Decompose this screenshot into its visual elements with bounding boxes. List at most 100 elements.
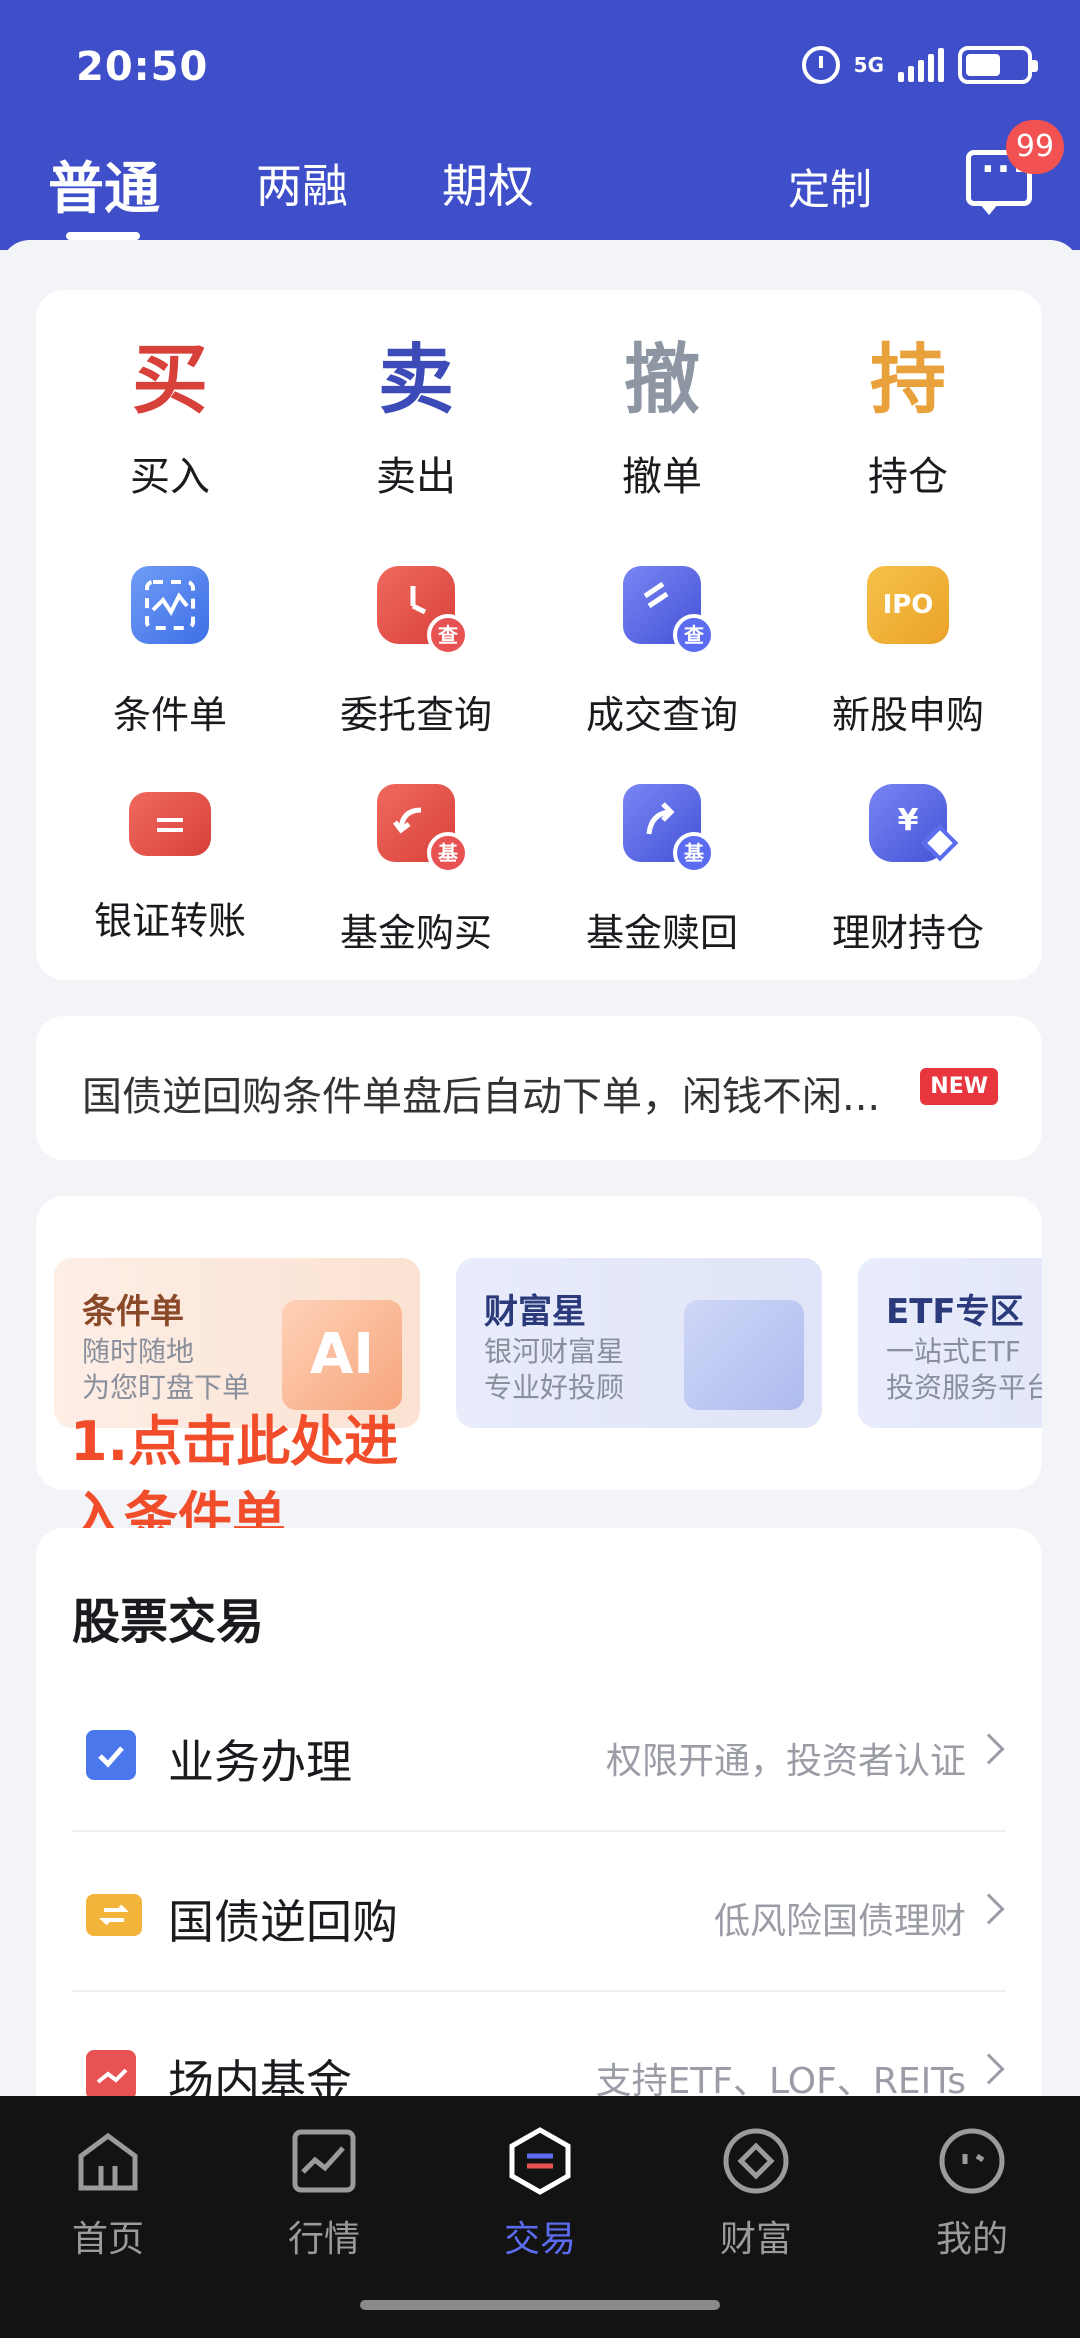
market-icon bbox=[289, 2126, 359, 2196]
list-item-repo[interactable]: 国债逆回购 低风险国债理财 bbox=[72, 1832, 1006, 1992]
fund-buy-label: 基金购买 bbox=[339, 911, 492, 955]
nav-label: 行情 bbox=[287, 2219, 360, 2260]
row-hint: 低风险国债理财 bbox=[713, 1901, 966, 1942]
ipo-subscribe-label: 新股申购 bbox=[831, 693, 984, 737]
advisor-illustration bbox=[684, 1300, 804, 1410]
profile-icon bbox=[937, 2126, 1007, 2196]
nav-trade[interactable]: 交易 bbox=[460, 2126, 620, 2262]
alarm-icon bbox=[801, 46, 840, 84]
ipo-icon-text: IPO bbox=[882, 590, 934, 620]
ipo-subscribe-button[interactable]: IPO 新股申购 bbox=[798, 566, 1018, 739]
bank-transfer-button[interactable]: 银证转账 bbox=[60, 784, 280, 945]
bank-transfer-icon bbox=[129, 792, 211, 856]
promo-line: 一站式ETF bbox=[886, 1335, 1021, 1368]
holdings-label: 持仓 bbox=[868, 454, 948, 500]
status-time: 20:50 bbox=[76, 44, 209, 90]
promo-subtitle: 一站式ETF 投资服务平台 bbox=[886, 1334, 1042, 1406]
wealth-icon bbox=[721, 2126, 791, 2196]
promo-subtitle: 银河财富星 专业好投顾 bbox=[484, 1334, 624, 1406]
deal-query-button[interactable]: 查 成交查询 bbox=[552, 566, 772, 739]
status-icons: 5G bbox=[801, 46, 1038, 84]
fund-badge: 基 bbox=[427, 832, 469, 874]
buy-label: 买入 bbox=[130, 454, 210, 500]
buy-glyph: 买 bbox=[132, 335, 208, 424]
cancel-glyph: 撤 bbox=[624, 335, 700, 424]
sell-button[interactable]: 卖 卖出 bbox=[316, 342, 516, 502]
nav-wealth[interactable]: 财富 bbox=[676, 2126, 836, 2262]
promo-title: ETF专区 bbox=[886, 1292, 1024, 1332]
chevron-right-icon bbox=[973, 1893, 1005, 1925]
cancel-label: 撤单 bbox=[622, 454, 702, 500]
entrust-query-label: 委托查询 bbox=[339, 693, 492, 737]
promo-etf-zone[interactable]: ETF专区 一站式ETF 投资服务平台 bbox=[858, 1258, 1042, 1428]
fund-badge: 基 bbox=[673, 832, 715, 874]
repo-icon bbox=[86, 1894, 142, 1936]
signal-icon bbox=[898, 48, 944, 82]
nav-profile[interactable]: 我的 bbox=[892, 2126, 1052, 2262]
wealth-holding-icon: ¥ bbox=[869, 784, 959, 862]
message-badge: 99 bbox=[1006, 120, 1064, 174]
ai-illustration: AI bbox=[282, 1300, 402, 1410]
promo-line: 专业好投顾 bbox=[484, 1371, 625, 1404]
promo-line: 银河财富星 bbox=[484, 1335, 625, 1368]
query-badge: 查 bbox=[673, 614, 715, 656]
entrust-query-button[interactable]: 查 委托查询 bbox=[306, 566, 526, 739]
sell-label: 卖出 bbox=[376, 454, 456, 500]
row-label: 国债逆回购 bbox=[168, 1895, 398, 1949]
network-type: 5G bbox=[853, 53, 884, 77]
entrust-query-icon: 查 bbox=[377, 566, 469, 656]
tab-options[interactable]: 期权 bbox=[442, 150, 534, 216]
chevron-right-icon bbox=[973, 1733, 1005, 1765]
wealth-holding-button[interactable]: ¥ 理财持仓 bbox=[798, 784, 1018, 957]
home-indicator[interactable] bbox=[360, 2300, 720, 2310]
condition-order-icon bbox=[131, 566, 209, 644]
nav-home[interactable]: 首页 bbox=[28, 2126, 188, 2262]
promo-wealth-star[interactable]: 财富星 银河财富星 专业好投顾 bbox=[456, 1258, 822, 1428]
tab-normal[interactable]: 普通 bbox=[48, 144, 160, 225]
stock-trading-card: 股票交易 业务办理 权限开通，投资者认证 国债逆回购 低风险国债理财 场内基金 … bbox=[36, 1528, 1042, 2168]
holdings-glyph: 持 bbox=[870, 335, 946, 424]
annotation-line: 1.点击此处进 bbox=[70, 1410, 399, 1473]
promo-line: 随时随地 bbox=[82, 1335, 195, 1368]
nav-label: 首页 bbox=[71, 2219, 144, 2260]
customize-button[interactable]: 定制 bbox=[788, 156, 872, 217]
nav-label: 我的 bbox=[935, 2219, 1008, 2260]
promo-title: 财富星 bbox=[484, 1292, 586, 1332]
section-title: 股票交易 bbox=[72, 1594, 265, 1650]
tab-margin[interactable]: 两融 bbox=[256, 150, 348, 216]
trade-icon bbox=[505, 2126, 575, 2196]
top-header: 20:50 5G 普通 两融 期权 定制 99 bbox=[0, 0, 1080, 250]
wealth-holding-label: 理财持仓 bbox=[831, 911, 984, 955]
active-tab-indicator bbox=[66, 232, 140, 240]
trade-actions-card: 买 买入 卖 卖出 撤 撤单 持 持仓 条件单 查 委托查询 查 成交查询 IP bbox=[36, 290, 1042, 980]
exchange-fund-icon bbox=[86, 2050, 136, 2100]
list-item-business[interactable]: 业务办理 权限开通，投资者认证 bbox=[72, 1672, 1006, 1832]
promo-line: 为您盯盘下单 bbox=[82, 1371, 251, 1404]
row-hint: 权限开通，投资者认证 bbox=[605, 1741, 966, 1782]
holdings-button[interactable]: 持 持仓 bbox=[808, 342, 1008, 502]
nav-market[interactable]: 行情 bbox=[244, 2126, 404, 2262]
fund-buy-button[interactable]: 基 基金购买 bbox=[306, 784, 526, 957]
buy-button[interactable]: 买 买入 bbox=[70, 342, 270, 502]
business-icon bbox=[86, 1730, 136, 1780]
chevron-right-icon bbox=[973, 2053, 1005, 2085]
fund-redeem-label: 基金赎回 bbox=[585, 911, 738, 955]
notice-banner[interactable]: 国债逆回购条件单盘后自动下单，闲钱不闲... NEW bbox=[36, 1016, 1042, 1160]
condition-order-label: 条件单 bbox=[112, 693, 227, 737]
query-badge: 查 bbox=[427, 614, 469, 656]
promo-subtitle: 随时随地 为您盯盘下单 bbox=[82, 1334, 250, 1406]
sell-glyph: 卖 bbox=[378, 335, 454, 424]
deal-query-label: 成交查询 bbox=[585, 693, 738, 737]
battery-icon bbox=[958, 46, 1038, 84]
promo-title: 条件单 bbox=[82, 1292, 184, 1332]
notice-text: 国债逆回购条件单盘后自动下单，闲钱不闲... bbox=[82, 1074, 881, 1120]
deal-query-icon: 查 bbox=[623, 566, 715, 656]
fund-redeem-button[interactable]: 基 基金赎回 bbox=[552, 784, 772, 957]
fund-buy-icon: 基 bbox=[377, 784, 469, 874]
row-label: 业务办理 bbox=[168, 1735, 352, 1789]
condition-order-button[interactable]: 条件单 bbox=[60, 566, 280, 739]
bank-transfer-label: 银证转账 bbox=[93, 899, 246, 943]
promo-line: 投资服务平台 bbox=[886, 1371, 1042, 1404]
cancel-order-button[interactable]: 撤 撤单 bbox=[562, 342, 762, 502]
promo-condition-order[interactable]: 条件单 随时随地 为您盯盘下单 AI bbox=[54, 1258, 420, 1428]
